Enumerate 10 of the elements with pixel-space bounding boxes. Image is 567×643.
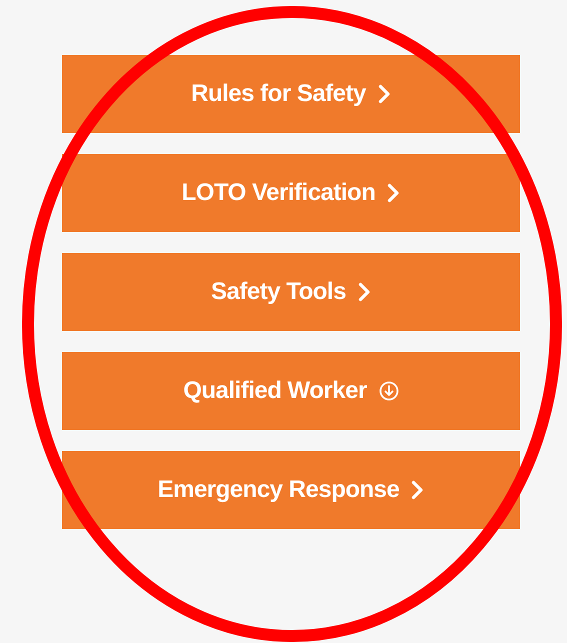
menu-button[interactable]: Emergency Response [62,451,520,529]
chevron-right-icon [411,480,424,500]
menu-button[interactable]: Qualified Worker [62,352,520,430]
chevron-right-icon [358,282,371,302]
chevron-right-icon [387,183,400,203]
download-icon [378,381,399,401]
menu-button[interactable]: LOTO Verification [62,154,520,232]
menu-button[interactable]: Safety Tools [62,253,520,331]
chevron-right-icon [378,84,391,104]
menu-button[interactable]: Rules for Safety [62,55,520,133]
